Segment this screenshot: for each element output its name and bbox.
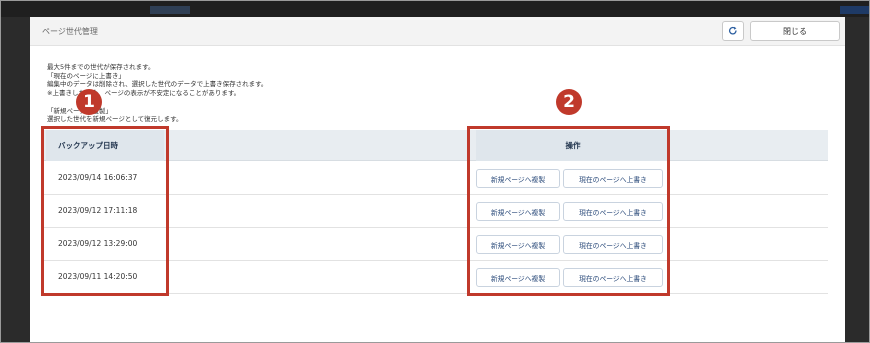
dialog-title: ページ世代管理 [42, 27, 98, 36]
callout-badge-2: 2 [556, 89, 582, 115]
highlight-ops-column [467, 126, 670, 296]
info-line: 選択した世代を新規ページとして復元します。 [47, 115, 183, 124]
callout-badge-1: 1 [76, 89, 102, 115]
highlight-date-column [41, 126, 169, 296]
refresh-icon [728, 26, 737, 35]
close-button[interactable]: 閉じる [750, 21, 840, 41]
refresh-button[interactable] [722, 21, 744, 41]
background-app-bar [0, 0, 870, 17]
info-line: 編集中のデータは削除され、選択した世代のデータで上書き保存されます。 [47, 80, 268, 89]
info-line: 最大5件までの世代が保存されます。 [47, 63, 155, 71]
dialog-header: ページ世代管理 閉じる [30, 17, 845, 46]
